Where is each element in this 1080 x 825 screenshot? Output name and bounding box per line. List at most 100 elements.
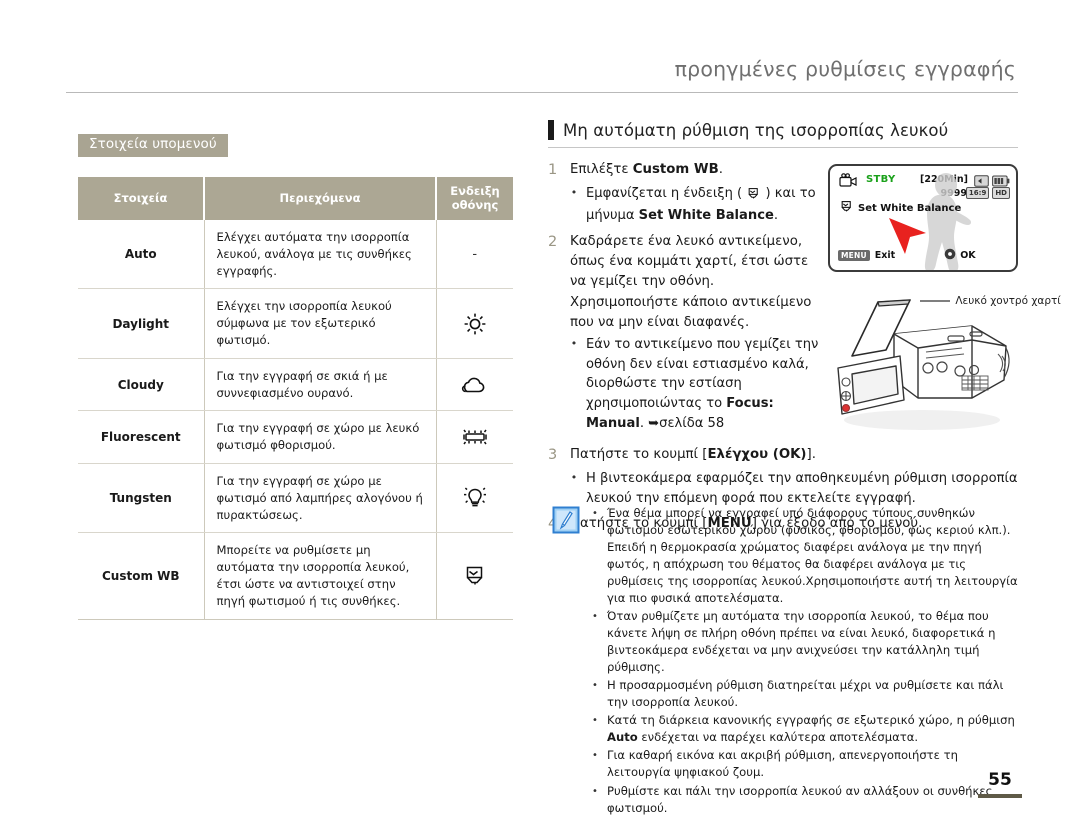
lcd-ok-group: OK [944,248,976,263]
bullet-text-post: . [773,208,779,224]
item-indicator [436,288,513,359]
item-description: Για την εγγραφή σε χώρο με φωτισμό από λ… [204,463,437,534]
item-name: Cloudy [78,358,205,412]
page-title: προηγμένες ρυθμίσεις εγγραφής [674,57,1016,81]
step-number: 2 [548,234,558,251]
note-item: • Ρυθμίστε και πάλι την ισορροπία λευκού… [592,783,1018,817]
section-title: Μη αυτόματη ρύθμιση της ισορροπίας λευκο… [563,120,949,140]
item-description: Για την εγγραφή σε σκιά ή με συννεφιασμέ… [204,358,437,412]
note-item: • Όταν ρυθμίζετε μη αυτόματα την ισορροπ… [592,608,1018,676]
item-name: Daylight [78,288,205,359]
table-row: Tungsten Για την εγγραφή σε χώρο με φωτι… [78,463,513,534]
submenu-items-section: Στοιχεία υπομενού Στοιχεία Περιεχόμενα Ε… [78,133,513,620]
bullet-text: Εάν το αντικείμενο που γεμίζει την οθόνη… [586,335,826,433]
step-number: 3 [548,447,558,464]
table-row: Auto Ελέγχει αυτόματα την ισορροπία λευκ… [78,219,513,290]
bullet-dot: • [592,785,598,797]
note-text: Ένα θέμα μπορεί να εγγραφεί υπό διάφορου… [607,506,1018,606]
bullet-dot: • [592,715,598,727]
item-indicator [436,532,513,620]
step-number: 1 [548,162,558,178]
item-name: Custom WB [78,532,205,620]
note-text: Η προσαρμοσμένη ρύθμιση διατηρείται μέχρ… [607,678,1004,710]
note-text: Όταν ρυθμίζετε μη αυτόματα την ισορροπία… [607,609,996,675]
section-header: Μη αυτόματη ρύθμιση της ισορροπίας λευκο… [548,120,1018,148]
item-indicator [436,358,513,412]
bullet-text: Εμφανίζεται η ένδειξη ( ) και το μήνυμα … [586,184,826,226]
sun-icon [462,313,488,334]
ok-button-icon [944,248,956,263]
hd-badge: HD [992,187,1010,199]
paper-callout-label: Λευκό χοντρό χαρτί [920,295,1061,307]
notes-list: • Ένα θέμα μπορεί να εγγραφεί υπό διάφορ… [592,505,1018,818]
note-pen-icon [552,506,580,534]
bullet-dot: • [570,337,578,351]
bullet-item: • Εάν το αντικείμενο που γεμίζει την οθό… [570,335,826,433]
bullet-item: • Η βιντεοκάμερα εφαρμόζει την αποθηκευμ… [570,469,1018,508]
bullet-dot: • [570,185,578,199]
lcd-screen: STBY [220Min] 9999 16:9 HD [828,164,1018,272]
note-item: • Κατά τη διάρκεια κανονικής εγγραφής σε… [592,712,1018,746]
note-text: Κατά τη διάρκεια κανονικής εγγραφής σε ε… [607,713,1015,745]
step-text: Επιλέξτε Custom WB. [570,160,723,182]
bullet-text: Η βιντεοκάμερα εφαρμόζει την αποθηκευμέν… [586,471,1018,506]
step-text-before: Επιλέξτε [570,162,633,177]
paper-label-text: Λευκό χοντρό χαρτί [955,295,1061,307]
page-number-bar [978,794,1022,798]
fluorescent-lamp-icon [460,429,490,445]
step-text: Πατήστε το κουμπί [Ελέγχου (OK)]. [570,445,816,467]
lcd-exit-label: Exit [874,250,896,261]
bullet-text-bold: Set White Balance [638,208,774,224]
bullet-dot: • [592,680,598,692]
step-2-bullets: • Εάν το αντικείμενο που γεμίζει την οθό… [548,335,826,433]
column-header-items: Στοιχεία [78,176,205,220]
item-indicator: - [436,219,513,290]
step-item: 3 Πατήστε το κουμπί [Ελέγχου (OK)]. [548,445,1018,467]
lcd-status-text: STBY [866,174,896,185]
camcorder-illustration [822,288,1022,438]
custom-wb-icon [839,200,854,216]
notes-block: • Ένα θέμα μπορεί να εγγραφεί υπό διάφορ… [552,505,1018,818]
note-item: • Η προσαρμοσμένη ρύθμιση διατηρείται μέ… [592,677,1018,711]
page-footer: 55 [978,772,1022,798]
note-text: Ρυθμίστε και πάλι την ισορροπία λευκού α… [607,783,993,815]
step-text-after: ]. [806,447,816,463]
bullet-dot: • [592,750,598,762]
bullet-text-post: . ➥σελίδα 58 [639,415,725,431]
bullet-text-pre: Εμφανίζεται η ένδειξη ( [586,185,747,201]
item-name: Auto [78,219,205,290]
tungsten-bulb-icon [461,487,489,507]
step-text-bold: Custom WB [632,162,719,177]
table-row: Daylight Ελέγχει την ισορροπία λευκού σύ… [78,288,513,359]
bullet-dot: • [592,611,598,623]
custom-wb-icon [462,566,488,585]
item-description: Για την εγγραφή σε χώρο με λευκό φωτισμό… [204,410,437,464]
step-1-bullets: • Εμφανίζεται η ένδειξη ( ) και το μήνυμ… [548,184,826,226]
page-header: προηγμένες ρυθμίσεις εγγραφής [66,58,1018,93]
step-text: Καδράρετε ένα λευκό αντικείμενο, όπως έν… [570,234,812,330]
table-header-row: Στοιχεία Περιεχόμενα Ενδειξη οθόνης [78,176,513,220]
item-name: Tungsten [78,463,205,534]
step-item: 2 Καδράρετε ένα λευκό αντικείμενο, όπως … [548,232,826,333]
column-header-indicator-line1: Ενδειξη [450,183,500,198]
custom-wb-icon [746,187,761,207]
lcd-ok-label: OK [960,250,976,261]
item-name: Fluorescent [78,410,205,464]
column-header-indicator-line2: οθόνης [451,198,499,213]
header-divider [66,91,1018,93]
table-row: Custom WB Μπορείτε να ρυθμίσετε μη αυτόμ… [78,532,513,620]
column-header-indicator: Ενδειξη οθόνης [436,176,513,220]
cloud-icon [461,377,489,392]
lcd-bottom-bar: MENU Exit OK [838,248,976,263]
bullet-item: • Εμφανίζεται η ένδειξη ( ) και το μήνυμ… [570,184,826,226]
item-indicator [436,463,513,534]
subsection-label: Στοιχεία υπομενού [78,134,228,157]
item-description: Ελέγχει αυτόματα την ισορροπία λευκού, α… [204,219,437,290]
table-row: Cloudy Για την εγγραφή σε σκιά ή με συνν… [78,358,513,412]
item-description: Ελέγχει την ισορροπία λευκού σύμφωνα με … [204,288,437,359]
indicator-dash: - [472,246,478,262]
bullet-dot: • [570,471,578,484]
lcd-screen-illustration: STBY [220Min] 9999 16:9 HD [828,164,1018,272]
step-item: 1 Επιλέξτε Custom WB. [548,160,826,182]
bullet-text-pre: Εάν το αντικείμενο που γεμίζει την οθόνη… [586,337,819,411]
